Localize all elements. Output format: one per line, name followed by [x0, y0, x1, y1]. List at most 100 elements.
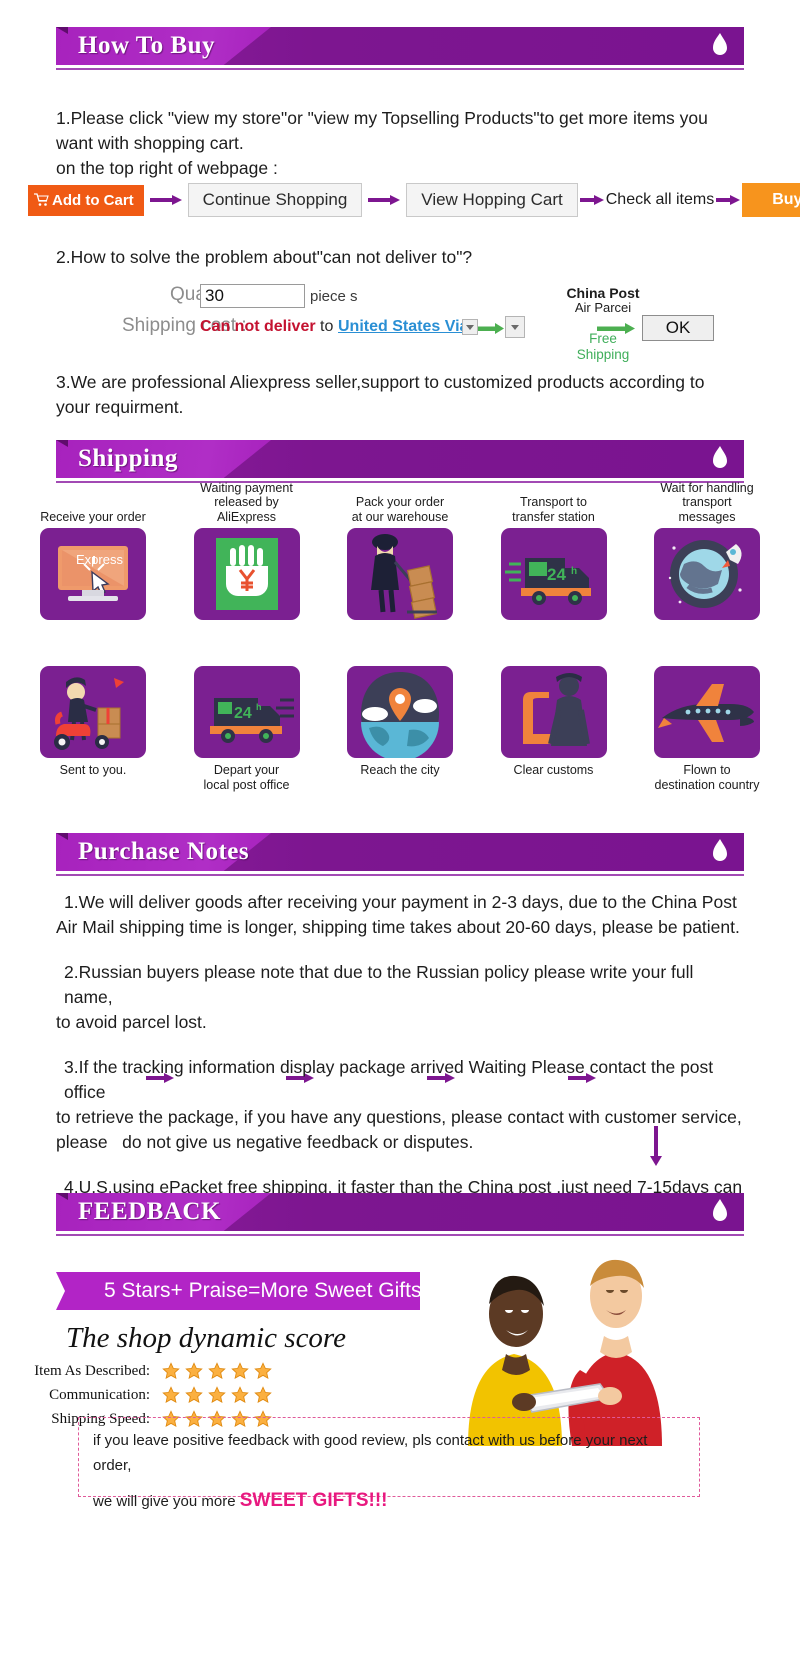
note3-line3: please do not give us negative feedback … [56, 1132, 474, 1152]
feedback-note-line1: if you leave positive feedback with good… [93, 1432, 648, 1474]
item3-line2: your requirment. [56, 397, 184, 417]
shipping-step-7-label: Clear customs [513, 763, 594, 777]
note1-line2: Air Mail shipping time is longer, shippi… [56, 917, 740, 937]
item1-line3: on the top right of webpage : [56, 158, 278, 178]
feedback-ribbon-wrap: 5 Stars+ Praise=More Sweet Gifts [60, 1272, 456, 1310]
svg-text:24: 24 [547, 565, 566, 584]
purchase-notes-banner: Purchase Notes [56, 833, 744, 871]
note3-line1: 3.If the tracking information display pa… [64, 1057, 714, 1102]
shipping-step-1: Receive your order Express [40, 494, 146, 620]
shipping-step-2-label: Waiting payment released by AliExpress [200, 480, 293, 524]
shipping-step-10-label: Sent to you. [59, 763, 127, 777]
how-to-buy-item1: 1.Please click "view my store"or "view m… [0, 106, 800, 181]
shipping-step-3-label: Pack your order at our warehouse [351, 495, 449, 524]
van-24h-icon: 24 h [193, 666, 300, 758]
buy-now-button[interactable]: Buy Now [742, 183, 800, 217]
shipping-step-6-label: Flown to destination country [654, 763, 760, 792]
feedback-banner-title: FEEDBACK [78, 1198, 221, 1225]
worker-boxes-icon [347, 528, 453, 620]
truck-24h-icon: 24 h [500, 528, 607, 620]
svg-text:24: 24 [234, 705, 252, 722]
add-to-cart-button[interactable]: Add to Cart [28, 184, 144, 216]
shipping-step-4: Transport to transfer station 24 h [500, 494, 607, 620]
star-icon [231, 1386, 249, 1404]
continue-shopping-button[interactable]: Continue Shopping [187, 183, 363, 217]
arrow-4-icon [716, 194, 741, 206]
shipping-step-5: Wait for handling transport messages [654, 480, 760, 620]
star-icon [254, 1362, 272, 1380]
feedback-note-box: if you leave positive feedback with good… [78, 1417, 700, 1511]
star-icon [185, 1362, 203, 1380]
shipping-flow-row-2: Sent to you. 24 h Depart your local post… [40, 662, 760, 792]
svg-text:Express: Express [76, 552, 123, 567]
star-icon [208, 1386, 226, 1404]
feedback-note-line2: we will give you more SWEET GIFTS!!! [79, 1478, 699, 1514]
shipping-flow: Receive your order Express Waiting payme… [0, 480, 800, 1221]
shipping-step-8-label: Reach the city [360, 763, 440, 777]
cart-icon [34, 193, 49, 206]
feedback-ribbon: 5 Stars+ Praise=More Sweet Gifts [70, 1272, 456, 1310]
flame-icon-4 [713, 1199, 727, 1221]
how-to-buy-banner-title: How To Buy [78, 32, 216, 59]
purchase-notes-header: Purchase Notes [0, 833, 800, 874]
piece-unit-label: piece s [310, 288, 358, 305]
country-link[interactable]: United States Via [338, 318, 468, 336]
add-to-cart-label: Add to Cart [52, 191, 134, 209]
svg-text:h: h [571, 566, 577, 577]
flame-icon-3 [713, 839, 727, 861]
feedback-banner: FEEDBACK [56, 1193, 744, 1231]
star-icon [231, 1362, 249, 1380]
shipping-label: Shipping [576, 347, 630, 362]
purchase-notes-banner-title: Purchase Notes [78, 838, 250, 865]
stars-2 [162, 1386, 272, 1404]
shipping-step-3: Pack your order at our warehouse [347, 494, 453, 620]
feedback-note-pre: we will give you more [93, 1493, 240, 1510]
note2-line2: to avoid parcel lost. [56, 1012, 207, 1032]
purchase-notes-body: 1.We will deliver goods after receiving … [0, 890, 800, 1225]
scooter-delivery-icon [40, 666, 146, 758]
how-to-buy-banner-underline [56, 65, 744, 68]
carrier-title: China Post [566, 285, 640, 301]
shipping-banner: Shipping [56, 440, 744, 478]
how-to-buy-item2: 2.How to solve the problem about"can not… [56, 247, 473, 267]
country-dropdown-arrow[interactable] [462, 319, 478, 335]
shipping-banner-title: Shipping [78, 445, 178, 472]
shipping-step-1-label: Receive your order [40, 509, 146, 524]
quantity-input[interactable]: 30 [200, 284, 305, 308]
shipping-step-8: Reach the city [347, 662, 453, 792]
shop-dynamic-score-title: The shop dynamic score [66, 1322, 347, 1354]
note2-line1: 2.Russian buyers please note that due to… [64, 962, 694, 1007]
customers-photo [420, 1246, 710, 1446]
star-icon [162, 1362, 180, 1380]
star-icon [208, 1362, 226, 1380]
how-to-buy-section: How To Buy [0, 27, 800, 68]
shipping-step-4-label: Transport to transfer station [512, 495, 595, 524]
chevron-down-icon-2 [511, 324, 519, 330]
shipping-flow-row-1: Receive your order Express Waiting payme… [40, 480, 760, 620]
ok-button[interactable]: OK [642, 315, 714, 341]
cannot-deliver-text: Can not deliver [200, 318, 316, 335]
item1-line2: want with shopping cart. [56, 133, 244, 153]
arrow-3-icon [579, 194, 604, 206]
green-arrow-1-icon [478, 321, 504, 339]
shipping-step-5-label: Wait for handling transport messages [660, 480, 754, 524]
item1-line1: 1.Please click "view my store"or "view m… [56, 108, 708, 128]
carrier-subtitle: Air Parcei [574, 300, 632, 315]
carrier-dropdown[interactable] [505, 316, 525, 338]
star-icon [162, 1386, 180, 1404]
green-arrow-2-icon [597, 321, 635, 339]
shipping-step-9-label: Depart your local post office [203, 763, 290, 792]
check-all-items-label: Check all items [605, 191, 715, 208]
note3-line2: to retrieve the package, if you have any… [56, 1107, 742, 1127]
monitor-express-icon: Express [40, 528, 146, 620]
item3-line1: 3.We are professional Aliexpress seller,… [56, 372, 705, 392]
score-label-2: Communication: [49, 1386, 150, 1403]
hand-payment-icon [193, 528, 300, 620]
shipping-banner-underline [56, 478, 744, 481]
buy-flow-steps: Add to Cart Continue Shopping View Hoppi… [0, 183, 800, 217]
arrow-2-icon [368, 194, 401, 206]
globe-rocket-icon [654, 528, 760, 620]
view-hopping-cart-button[interactable]: View Hopping Cart [406, 183, 578, 217]
airplane-icon [654, 666, 760, 758]
star-icon [254, 1386, 272, 1404]
